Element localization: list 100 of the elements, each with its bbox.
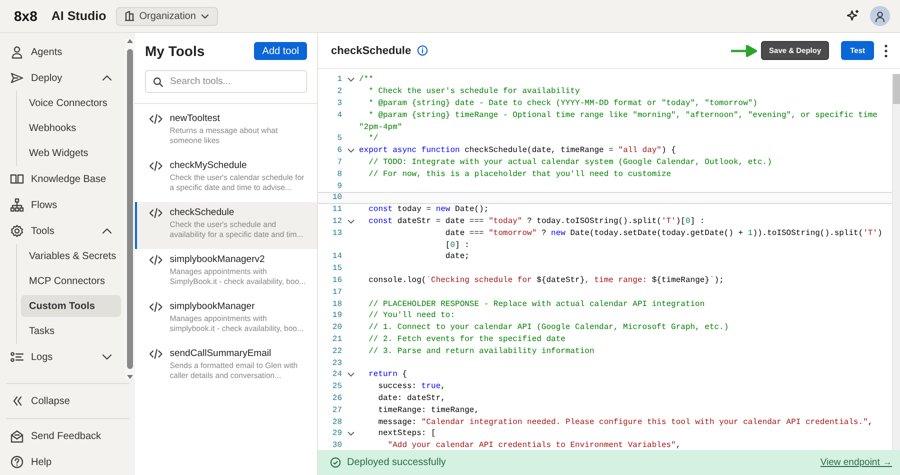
code-line: message: "Calendar integration needed. Please configure this tool with your calendar API credentials.", [377, 418, 873, 426]
line-number: 11 [331, 205, 342, 214]
nav-item[interactable]: Logs [0, 344, 118, 370]
line-number: 4 [336, 110, 342, 120]
line-number: 24 [331, 370, 342, 380]
code-line: // 1. Connect to your calendar API (Google Calendar, Microsoft Graph, etc.) [368, 323, 729, 332]
chevron-up-icon [102, 228, 112, 234]
code-line: date === "tomorrow" ? new Date(today.setDate(today.getDate() + 1)).toISOString().split('T') [444, 228, 882, 238]
line-number: 7 [336, 158, 342, 167]
tool-name: simplybookManagerv2 [170, 254, 266, 265]
code-line: return { [368, 370, 408, 380]
nav-item[interactable]: Tools [0, 218, 118, 244]
nav-subitem[interactable]: Tasks [21, 319, 121, 344]
code-line: "Add your calendar API credentials to Environment Variables", [386, 441, 681, 450]
line-number: 16 [331, 276, 342, 285]
scroll-up-icon [127, 39, 133, 43]
arrow-icon [730, 44, 758, 56]
nav-item[interactable]: Agents [0, 39, 118, 65]
help-icon [10, 455, 24, 469]
line-number: 27 [331, 406, 342, 415]
more-icon[interactable] [884, 44, 888, 58]
line-number: 9 [336, 182, 342, 191]
chevron-down-icon[interactable] [346, 431, 354, 436]
product-name: AI Studio [51, 9, 106, 23]
code-line: const dateStr = date === "today" ? today.toISOString().split('T')[0] : [368, 216, 705, 226]
line-number: 2 [336, 87, 342, 96]
line-number: 17 [331, 288, 342, 297]
line-number: 28 [331, 418, 342, 426]
nav-subitem[interactable]: Custom Tools [21, 295, 121, 317]
nav-subitem[interactable]: Voice Connectors [21, 91, 121, 116]
chevron-down-icon[interactable] [346, 148, 354, 154]
list-icon [10, 350, 24, 364]
line-number: 29 [331, 429, 342, 438]
code-icon [149, 348, 163, 360]
nav-item[interactable]: Deploy [0, 65, 118, 91]
footer-item[interactable]: Collapse [0, 388, 118, 414]
view-endpoint-link[interactable]: View endpoint → [820, 457, 892, 468]
chevron-down-icon[interactable] [346, 372, 354, 378]
chevron-down-icon[interactable] [346, 218, 354, 224]
nav-subitem[interactable]: MCP Connectors [21, 269, 121, 294]
code-line: timeRange: timeRange, [377, 406, 480, 415]
code-line: // TODO: Integrate with your actual calendar system (Google Calendar, Outlook, etc.) [368, 158, 772, 167]
code-line: * @param {string} timeRange - Optional time range like "morning", "afternoon", "evening", or specific time [368, 110, 878, 120]
line-number: 5 [336, 134, 342, 144]
scroll-down-icon [127, 375, 133, 380]
code-line: date: dateStr, [377, 394, 446, 403]
line-number: 1 [336, 75, 342, 84]
hierarchy-icon [10, 198, 24, 212]
scrollbar[interactable] [125, 39, 135, 380]
footer-item[interactable]: Send Feedback [0, 423, 118, 449]
nav-subitem[interactable]: Web Widgets [21, 141, 121, 166]
code-icon [149, 160, 163, 172]
send-icon [10, 71, 24, 85]
nav-subitem[interactable]: Variables & Secrets [21, 244, 121, 269]
chevron-up-icon [102, 75, 112, 81]
line-number: 6 [336, 146, 342, 156]
line-number: 15 [331, 264, 342, 274]
panel-title: My Tools [145, 43, 205, 59]
logo: 8x8 [14, 8, 38, 24]
line-number: 18 [331, 300, 342, 309]
code-line: * @param {string} date - Date to check (YYYY-MM-DD format or "today", "tomorrow") [368, 98, 758, 108]
line-number: 3 [336, 98, 342, 108]
info-icon[interactable] [417, 45, 428, 56]
code-line: [0] : [444, 240, 470, 250]
code-line: success: true, [377, 382, 446, 392]
line-number: 19 [331, 311, 342, 320]
sparkle-icon[interactable] [846, 9, 860, 23]
code-line: date; [444, 252, 470, 262]
line-number: 12 [331, 216, 342, 226]
user-avatar[interactable] [870, 6, 890, 26]
line-number: 25 [331, 382, 342, 392]
code-line: const today = new Date(); [368, 205, 489, 214]
nav-item[interactable]: Flows [0, 192, 118, 218]
line-number: 13 [331, 228, 342, 238]
code-icon [149, 254, 163, 266]
line-number: 22 [331, 346, 342, 356]
line-number: 8 [336, 170, 342, 179]
chevron-down-icon[interactable] [346, 77, 354, 82]
code-line: /** [359, 75, 374, 84]
nav-item[interactable]: Knowledge Base [0, 166, 118, 192]
book-icon [10, 172, 24, 186]
nav-subitem[interactable]: Webhooks [21, 116, 121, 141]
check-circle-icon [330, 457, 341, 468]
line-number: 26 [331, 394, 342, 403]
search-field[interactable]: Search tools... [145, 70, 307, 93]
code-line: */ [368, 134, 378, 144]
tool-name: checkMySchedule [170, 160, 248, 171]
chevron-down-icon [102, 354, 112, 360]
add-tool-button[interactable]: Add tool [254, 42, 307, 60]
line-number: 23 [331, 358, 342, 368]
code-line: export async function checkSchedule(date, timeRange = "all day") { [359, 146, 676, 156]
search-icon [153, 77, 163, 87]
line-number: 10 [331, 193, 342, 202]
line-number: 20 [331, 323, 342, 332]
code-icon [149, 301, 163, 313]
code-line: // PLACEHOLDER RESPONSE - Replace with actual calendar API integration [368, 300, 705, 309]
code-line: // For now, this is a placeholder that you'll need to customize [368, 170, 672, 179]
footer-item[interactable]: Help [0, 449, 118, 475]
workspace-dropdown[interactable]: Organization [116, 6, 218, 26]
code-line: "2pm-4pm" [359, 122, 402, 132]
